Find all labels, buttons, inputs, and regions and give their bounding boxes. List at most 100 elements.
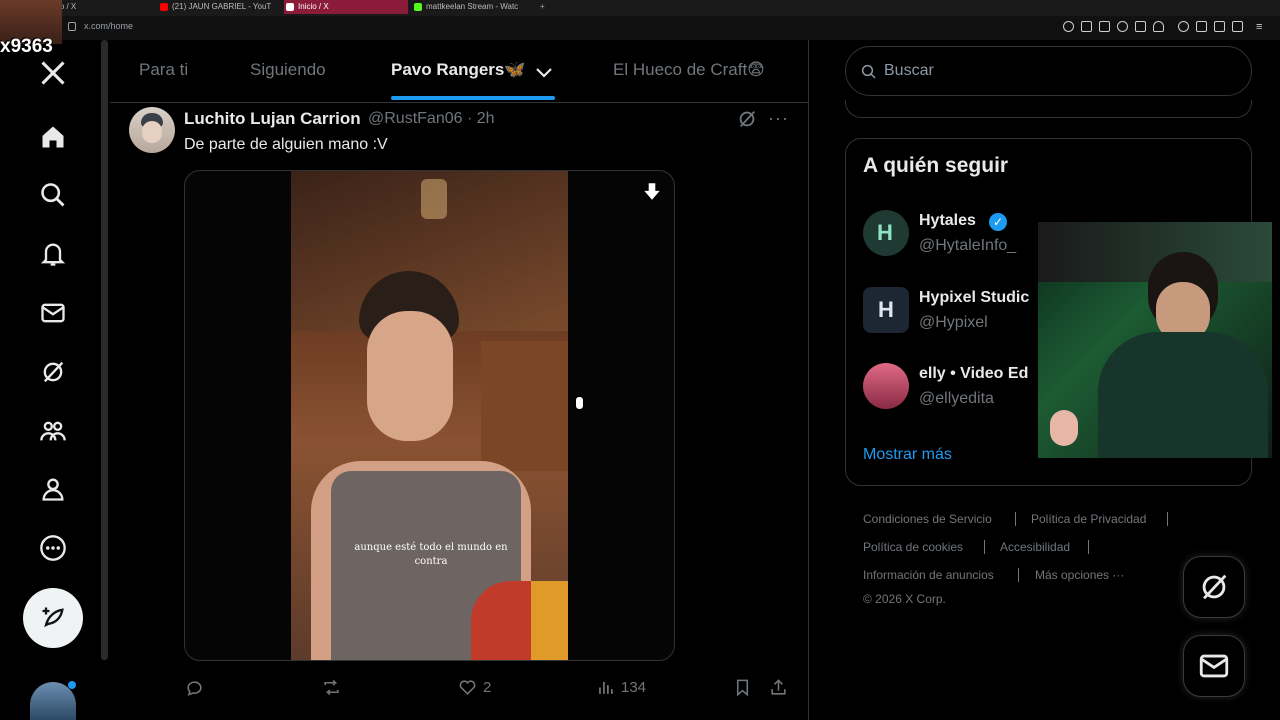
messages-mail-icon[interactable]	[36, 296, 70, 330]
browser-url-bar: x.com/home ≡	[0, 16, 1280, 40]
tab-pavo-rangers[interactable]: Pavo Rangers🦋	[391, 60, 526, 80]
who-to-follow-title: A quién seguir	[863, 154, 1009, 177]
tab-siguiendo[interactable]: Siguiendo	[250, 60, 326, 80]
tweet-author-avatar[interactable]	[129, 107, 175, 153]
page-icon[interactable]	[1099, 21, 1110, 32]
search-icon[interactable]	[36, 178, 70, 212]
streamer-webcam-overlay	[1038, 222, 1272, 458]
grok-explain-icon[interactable]	[736, 108, 758, 135]
page-scrollbar[interactable]	[101, 40, 108, 660]
status-dot	[68, 681, 76, 689]
download-arrow-icon[interactable]	[641, 181, 663, 208]
footer-link[interactable]: Accesibilidad	[1000, 540, 1070, 554]
active-tab-indicator	[391, 96, 555, 100]
translate-icon[interactable]	[1214, 21, 1225, 32]
home-icon[interactable]	[36, 120, 70, 154]
compose-post-button[interactable]	[23, 588, 83, 648]
pin-icon[interactable]	[1081, 21, 1092, 32]
kick-favicon-icon	[414, 3, 422, 11]
show-more-link[interactable]: Mostrar más	[863, 446, 952, 464]
bookmark-icon[interactable]	[1135, 21, 1146, 32]
divider	[110, 102, 808, 103]
browser-tab[interactable]: (21) JAUN GABRIEL - YouT	[158, 0, 276, 14]
more-options-icon[interactable]	[36, 531, 70, 565]
browser-tab[interactable]: mattkeelan Stream - Watc	[412, 0, 532, 14]
suggestion-avatar[interactable]: H	[863, 210, 909, 256]
suggestion-handle[interactable]: @HytaleInfo_	[919, 237, 1016, 255]
views-button[interactable]: 134	[596, 678, 646, 697]
x-logo-icon[interactable]	[36, 56, 70, 90]
share-icon	[771, 679, 786, 695]
tab-label: mattkeelan Stream - Watc	[426, 2, 519, 11]
tweet-author-name[interactable]: Luchito Lujan Carrion	[184, 109, 361, 129]
shield-icon[interactable]	[1117, 21, 1128, 32]
tab-el-hueco-de-craft[interactable]: El Hueco de Craft😨	[613, 60, 765, 80]
search-input[interactable]: Buscar	[845, 46, 1252, 96]
video-subtitle: aunque esté todo el mundo en contra	[354, 542, 508, 567]
bookmark-icon	[736, 679, 749, 697]
tweet-more-icon[interactable]: ···	[768, 108, 789, 129]
suggestion-avatar[interactable]	[863, 363, 909, 409]
copyright: © 2026 X Corp.	[863, 592, 946, 606]
footer-link[interactable]: Política de Privacidad	[1031, 512, 1146, 526]
like-count: 2	[483, 679, 492, 696]
search-placeholder: Buscar	[884, 62, 934, 79]
tab-para-ti[interactable]: Para ti	[139, 60, 188, 80]
suggestion-name[interactable]: elly • Video Ed	[919, 365, 1028, 383]
grok-icon[interactable]	[36, 355, 70, 389]
mail-icon	[1199, 654, 1229, 678]
suggestion-handle[interactable]: @Hypixel	[919, 314, 988, 332]
suggestion-avatar[interactable]: H	[863, 287, 909, 333]
youtube-favicon-icon	[160, 3, 168, 11]
chevron-down-icon[interactable]	[534, 62, 554, 87]
divider	[1015, 512, 1016, 526]
divider	[1088, 540, 1089, 554]
zoom-icon[interactable]	[1063, 21, 1074, 32]
messages-floating-button[interactable]	[1183, 635, 1245, 697]
viewer-tag: x9363	[0, 36, 53, 57]
new-tab-button[interactable]: +	[538, 0, 552, 14]
share-button[interactable]	[769, 678, 788, 697]
bookmark-button[interactable]	[733, 678, 752, 697]
reply-button[interactable]	[185, 678, 204, 697]
more-options-link[interactable]: Más opciones ···	[1035, 568, 1124, 582]
streamer-sweater	[1098, 332, 1268, 458]
face	[367, 311, 453, 441]
footer-link[interactable]: Condiciones de Servicio	[863, 512, 992, 526]
suggestion-name[interactable]: Hypixel Studic	[919, 289, 1029, 307]
suggestion-name[interactable]: Hytales	[919, 212, 976, 230]
divider	[1167, 512, 1168, 526]
extension-icon[interactable]	[1178, 21, 1189, 32]
divider	[1018, 568, 1019, 582]
communities-icon[interactable]	[36, 414, 70, 448]
ceiling-lamp	[421, 179, 447, 219]
browser-tab-active[interactable]: Inicio / X	[284, 0, 408, 14]
tweet-author-handle[interactable]: @RustFan06 · 2h	[368, 110, 495, 128]
ai-icon[interactable]	[1232, 21, 1243, 32]
heart-icon[interactable]	[1153, 21, 1164, 32]
like-button[interactable]: 2	[458, 678, 491, 697]
footer-link[interactable]: Información de anuncios	[863, 568, 994, 582]
divider	[808, 40, 809, 720]
repost-icon	[324, 679, 339, 696]
repost-button[interactable]	[322, 678, 341, 697]
download-icon[interactable]	[1196, 21, 1207, 32]
browser-tab-bar: cio / X (21) JAUN GABRIEL - YouT Inicio …	[0, 0, 1280, 16]
lock-icon	[68, 22, 76, 31]
guitar-body	[531, 581, 568, 660]
profile-icon[interactable]	[36, 472, 70, 506]
menu-icon[interactable]: ≡	[1256, 22, 1267, 33]
tweet-video[interactable]: aunque esté todo el mundo en contra	[184, 170, 675, 661]
previous-card	[845, 100, 1252, 118]
grok-floating-button[interactable]	[1183, 556, 1245, 618]
footer-link[interactable]: Política de cookies	[863, 540, 963, 554]
url-field[interactable]: x.com/home	[84, 21, 133, 31]
search-icon	[861, 64, 876, 79]
suggestion-handle[interactable]: @ellyedita	[919, 390, 994, 408]
feather-plus-icon	[42, 607, 64, 628]
video-frame[interactable]: aunque esté todo el mundo en contra	[291, 171, 568, 660]
x-favicon-icon	[286, 3, 294, 11]
notifications-bell-icon[interactable]	[36, 237, 70, 271]
analytics-bars-icon	[599, 681, 613, 694]
heart-icon	[459, 680, 476, 695]
